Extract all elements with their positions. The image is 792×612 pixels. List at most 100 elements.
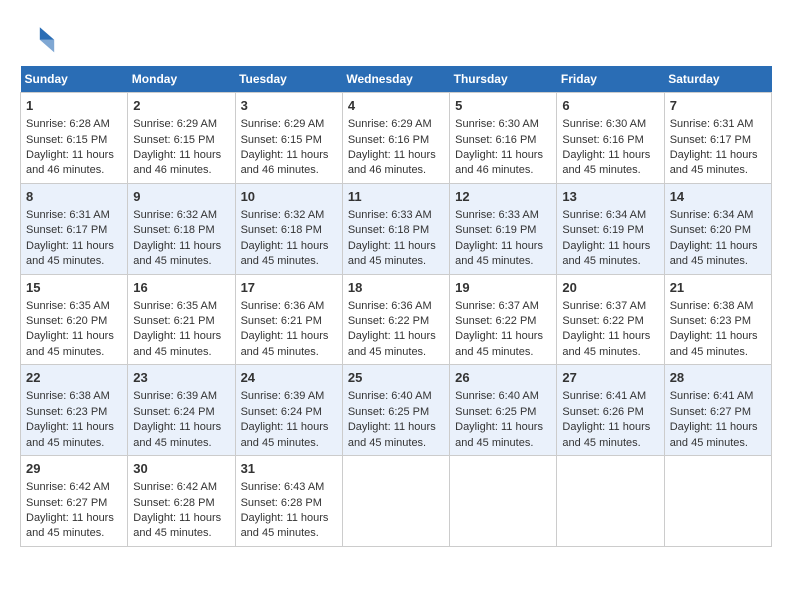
sunset: Sunset: 6:26 PM [562,406,643,418]
day-number: 10 [241,188,337,206]
daylight: Daylight: 11 hours and 45 minutes. [670,240,758,267]
sunrise: Sunrise: 6:42 AM [133,481,217,493]
sunrise: Sunrise: 6:36 AM [241,300,325,312]
day-number: 2 [133,97,229,115]
calendar-cell: 5Sunrise: 6:30 AMSunset: 6:16 PMDaylight… [450,93,557,184]
weekday-header-monday: Monday [128,66,235,93]
calendar-cell [450,456,557,547]
day-number: 18 [348,279,444,297]
sunrise: Sunrise: 6:34 AM [670,209,754,221]
daylight: Daylight: 11 hours and 45 minutes. [26,421,114,448]
day-number: 31 [241,460,337,478]
sunset: Sunset: 6:15 PM [241,134,322,146]
calendar-cell: 17Sunrise: 6:36 AMSunset: 6:21 PMDayligh… [235,274,342,365]
calendar-cell: 4Sunrise: 6:29 AMSunset: 6:16 PMDaylight… [342,93,449,184]
daylight: Daylight: 11 hours and 45 minutes. [562,149,650,176]
calendar-week-2: 8Sunrise: 6:31 AMSunset: 6:17 PMDaylight… [21,183,772,274]
sunset: Sunset: 6:23 PM [670,315,751,327]
calendar-cell: 29Sunrise: 6:42 AMSunset: 6:27 PMDayligh… [21,456,128,547]
calendar-cell: 27Sunrise: 6:41 AMSunset: 6:26 PMDayligh… [557,365,664,456]
calendar-cell: 11Sunrise: 6:33 AMSunset: 6:18 PMDayligh… [342,183,449,274]
calendar-cell: 24 Sunrise: 6:39 AM Sunset: 6:24 PM Dayligh… [235,365,342,456]
daylight: Daylight: 11 hours and 46 minutes. [133,149,221,176]
daylight: Daylight: 11 hours and 45 minutes. [670,149,758,176]
sunrise: Sunrise: 6:39 AM [241,390,325,402]
sunset: Sunset: 6:23 PM [26,406,107,418]
day-number: 5 [455,97,551,115]
day-number: 16 [133,279,229,297]
sunset: Sunset: 6:18 PM [133,224,214,236]
sunrise: Sunrise: 6:41 AM [562,390,646,402]
sunset: Sunset: 6:28 PM [241,497,322,509]
calendar-cell: 10Sunrise: 6:32 AMSunset: 6:18 PMDayligh… [235,183,342,274]
day-number: 21 [670,279,766,297]
day-number: 26 [455,369,551,387]
calendar-week-4: 22 Sunrise: 6:38 AM Sunset: 6:23 PM Dayligh… [21,365,772,456]
calendar-cell [664,456,771,547]
weekday-header-tuesday: Tuesday [235,66,342,93]
daylight: Daylight: 11 hours and 45 minutes. [562,421,650,448]
day-number: 24 [241,369,337,387]
calendar-cell: 1Sunrise: 6:28 AMSunset: 6:15 PMDaylight… [21,93,128,184]
daylight: Daylight: 11 hours and 45 minutes. [133,240,221,267]
sunrise: Sunrise: 6:29 AM [348,118,432,130]
page-header [20,20,772,56]
calendar-cell [557,456,664,547]
sunset: Sunset: 6:17 PM [670,134,751,146]
sunset: Sunset: 6:25 PM [455,406,536,418]
calendar-table: SundayMondayTuesdayWednesdayThursdayFrid… [20,66,772,547]
daylight: Daylight: 11 hours and 45 minutes. [562,330,650,357]
daylight: Daylight: 11 hours and 45 minutes. [348,240,436,267]
sunset: Sunset: 6:18 PM [241,224,322,236]
weekday-header-saturday: Saturday [664,66,771,93]
sunrise: Sunrise: 6:29 AM [241,118,325,130]
sunrise: Sunrise: 6:40 AM [455,390,539,402]
calendar-cell: 9Sunrise: 6:32 AMSunset: 6:18 PMDaylight… [128,183,235,274]
sunrise: Sunrise: 6:28 AM [26,118,110,130]
daylight: Daylight: 11 hours and 45 minutes. [241,421,329,448]
daylight: Daylight: 11 hours and 45 minutes. [241,512,329,539]
sunset: Sunset: 6:24 PM [133,406,214,418]
day-number: 30 [133,460,229,478]
sunset: Sunset: 6:22 PM [562,315,643,327]
sunrise: Sunrise: 6:38 AM [26,390,110,402]
sunset: Sunset: 6:22 PM [348,315,429,327]
sunrise: Sunrise: 6:35 AM [133,300,217,312]
weekday-header-friday: Friday [557,66,664,93]
daylight: Daylight: 11 hours and 45 minutes. [455,421,543,448]
sunset: Sunset: 6:18 PM [348,224,429,236]
sunrise: Sunrise: 6:30 AM [562,118,646,130]
weekday-header-sunday: Sunday [21,66,128,93]
calendar-week-1: 1 Sunrise: 6:28 AM Sunset: 6:15 PM Daylight… [21,93,772,184]
sunset: Sunset: 6:16 PM [455,134,536,146]
day-number: 14 [670,188,766,206]
day-number: 23 [133,369,229,387]
calendar-cell: 30Sunrise: 6:42 AMSunset: 6:28 PMDayligh… [128,456,235,547]
day-number: 28 [670,369,766,387]
calendar-cell: 14Sunrise: 6:34 AMSunset: 6:20 PMDayligh… [664,183,771,274]
day-number: 22 [26,369,122,387]
day-number: 1 [26,97,122,115]
day-number: 12 [455,188,551,206]
daylight: Daylight: 11 hours and 45 minutes. [26,512,114,539]
calendar-week-3: 15Sunrise: 6:35 AMSunset: 6:20 PMDayligh… [21,274,772,365]
calendar-cell: 18Sunrise: 6:36 AMSunset: 6:22 PMDayligh… [342,274,449,365]
sunset: Sunset: 6:15 PM [133,134,214,146]
sunrise: Sunrise: 6:32 AM [133,209,217,221]
logo [20,20,62,56]
day-number: 17 [241,279,337,297]
sunset: Sunset: 6:20 PM [26,315,107,327]
sunset: Sunset: 6:24 PM [241,406,322,418]
day-number: 13 [562,188,658,206]
calendar-week-5: 29Sunrise: 6:42 AMSunset: 6:27 PMDayligh… [21,456,772,547]
sunrise: Sunrise: 6:43 AM [241,481,325,493]
calendar-cell: 6Sunrise: 6:30 AMSunset: 6:16 PMDaylight… [557,93,664,184]
calendar-cell: 31 Sunrise: 6:43 AM Sunset: 6:28 PM Dayligh… [235,456,342,547]
sunset: Sunset: 6:16 PM [348,134,429,146]
calendar-cell: 16Sunrise: 6:35 AMSunset: 6:21 PMDayligh… [128,274,235,365]
sunset: Sunset: 6:28 PM [133,497,214,509]
sunset: Sunset: 6:17 PM [26,224,107,236]
daylight: Daylight: 11 hours and 45 minutes. [670,421,758,448]
daylight: Daylight: 11 hours and 45 minutes. [348,421,436,448]
day-number: 29 [26,460,122,478]
